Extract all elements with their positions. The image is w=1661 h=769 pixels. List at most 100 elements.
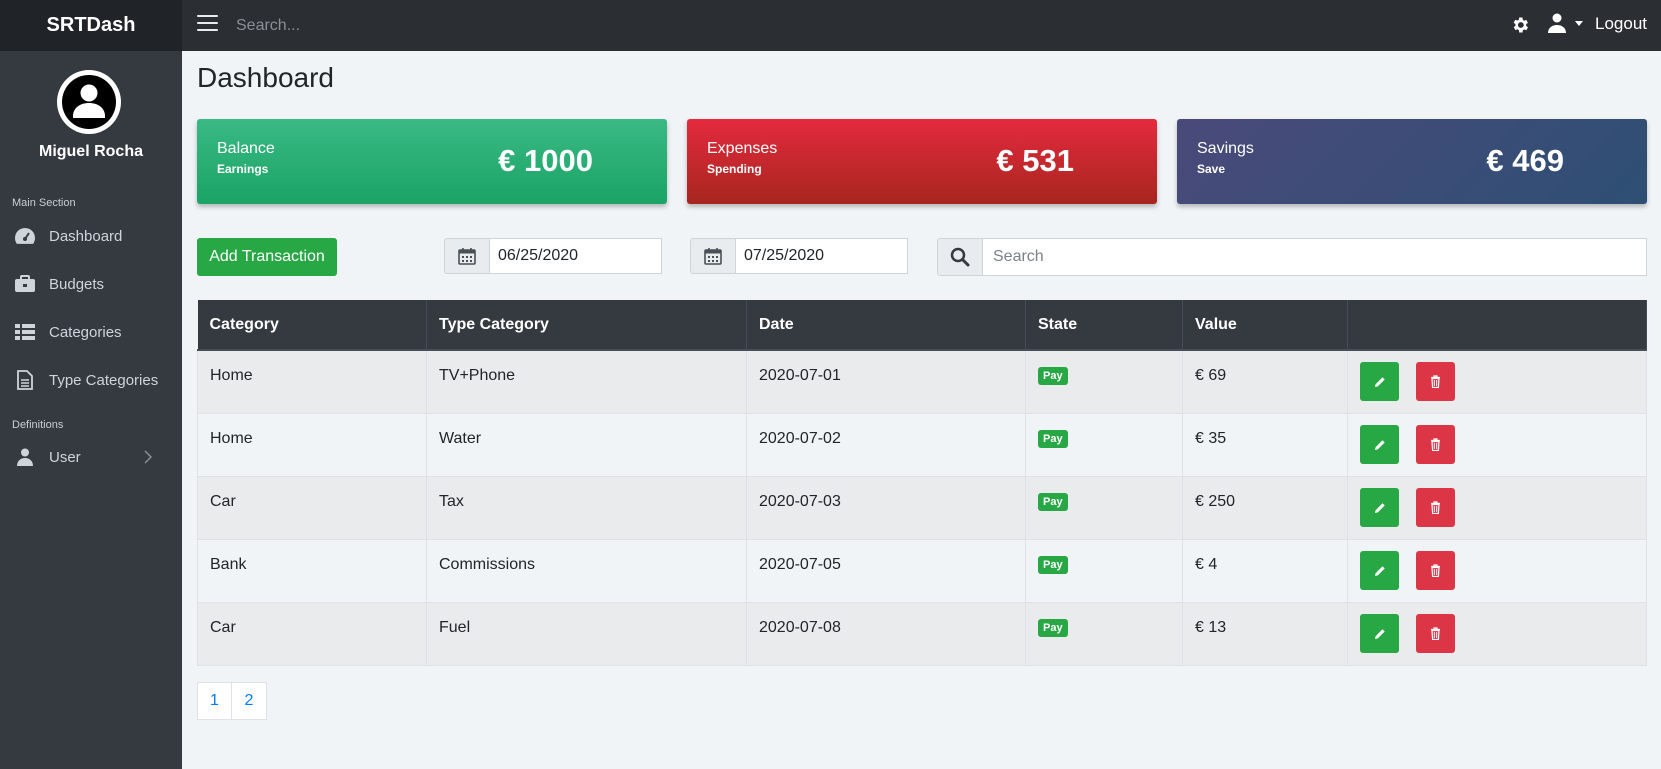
table-search-group [937, 238, 1647, 276]
delete-button[interactable] [1416, 425, 1456, 464]
page-link-1[interactable]: 1 [197, 682, 232, 720]
edit-button[interactable] [1360, 362, 1399, 402]
cell-category: Car [210, 618, 236, 636]
trash-icon [1431, 501, 1441, 514]
user-icon [1548, 13, 1566, 33]
cell-type: TV+Phone [439, 366, 516, 384]
user-dropdown[interactable] [1548, 13, 1586, 33]
column-header[interactable]: Value [1182, 300, 1348, 351]
trash-icon [1431, 438, 1441, 451]
card-amount: € 531 [996, 143, 1074, 178]
date-from-group: 06/25/2020 [444, 238, 662, 274]
edit-button[interactable] [1360, 551, 1399, 590]
edit-button[interactable] [1360, 614, 1399, 653]
sidebar-item-user[interactable]: User [0, 437, 182, 477]
status-badge: Pay [1038, 556, 1068, 574]
page-link-2[interactable]: 2 [232, 682, 267, 720]
status-badge: Pay [1038, 493, 1068, 511]
pencil-icon [1374, 377, 1385, 387]
briefcase-icon [13, 273, 37, 295]
card-sub: Save [1197, 162, 1226, 176]
file-icon [13, 369, 37, 391]
menu-toggle-icon[interactable] [197, 15, 218, 33]
cell-date: 2020-07-08 [759, 618, 841, 636]
column-header[interactable]: Type Category [426, 300, 747, 351]
sidebar-item-label: Budgets [49, 275, 105, 293]
card-sub: Spending [707, 162, 762, 176]
calendar-icon[interactable] [690, 238, 735, 274]
cell-date: 2020-07-01 [759, 366, 841, 384]
pencil-icon [1374, 628, 1385, 639]
cell-value: € 250 [1195, 492, 1236, 510]
table-header-row: Category Type Category Date State Value [197, 300, 1647, 351]
top-search-input[interactable] [236, 14, 736, 38]
sidebar-item-label: Categories [49, 323, 122, 341]
section-title-definitions: Definitions [12, 419, 64, 431]
sidebar-item-dashboard[interactable]: Dashboard [0, 216, 182, 256]
savings-card: Savings Save € 469 [1177, 119, 1647, 204]
cell-type: Tax [439, 492, 464, 510]
date-to-input[interactable]: 07/25/2020 [735, 238, 908, 274]
table-row: Bank Commissions 2020-07-05 Pay € 4 [197, 538, 1647, 603]
sidebar-item-categories[interactable]: Categories [0, 312, 182, 352]
sidebar-item-budgets[interactable]: Budgets [0, 264, 182, 304]
card-amount: € 1000 [498, 143, 593, 178]
status-badge: Pay [1038, 367, 1068, 386]
card-label: Expenses [707, 140, 778, 157]
table-row: Car Tax 2020-07-03 Pay € 250 [197, 475, 1647, 540]
delete-button[interactable] [1416, 551, 1456, 590]
avatar [57, 70, 121, 134]
column-header[interactable]: Category [197, 300, 427, 351]
delete-button[interactable] [1416, 362, 1456, 402]
cell-category: Home [210, 366, 253, 384]
sidebar-item-label: Type Categories [49, 371, 159, 389]
cell-type: Commissions [439, 555, 536, 573]
add-transaction-button[interactable]: Add Transaction [197, 238, 337, 276]
card-label: Balance [217, 140, 275, 157]
sidebar: Miguel Rocha Main Section Dashboard Budg… [0, 51, 182, 769]
cell-value: € 13 [1195, 618, 1227, 636]
cell-type: Water [439, 429, 482, 447]
card-sub: Earnings [217, 162, 269, 176]
cell-date: 2020-07-02 [759, 429, 841, 447]
table-row: Car Fuel 2020-07-08 Pay € 13 [197, 601, 1647, 666]
cell-type: Fuel [439, 618, 471, 636]
trash-icon [1431, 564, 1441, 577]
trash-icon [1431, 627, 1441, 640]
edit-button[interactable] [1360, 488, 1399, 527]
pagination: 1 2 [197, 682, 267, 720]
calendar-icon[interactable] [444, 238, 489, 274]
table-search-input[interactable] [982, 238, 1647, 276]
table-row: Home Water 2020-07-02 Pay € 35 [197, 412, 1647, 477]
status-badge: Pay [1038, 619, 1068, 637]
delete-button[interactable] [1416, 614, 1456, 653]
section-title-main: Main Section [12, 197, 76, 209]
page-title: Dashboard [197, 62, 334, 93]
date-to-group: 07/25/2020 [690, 238, 908, 274]
column-header-actions [1347, 300, 1647, 351]
column-header[interactable]: State [1025, 300, 1183, 351]
date-from-input[interactable]: 06/25/2020 [489, 238, 662, 274]
user-icon [13, 446, 37, 468]
cell-value: € 35 [1195, 429, 1227, 447]
cell-value: € 4 [1195, 555, 1218, 573]
top-navbar: SRTDash Logout [0, 0, 1661, 51]
list-icon [13, 321, 37, 343]
gear-icon[interactable] [1510, 15, 1530, 35]
delete-button[interactable] [1416, 488, 1456, 527]
sidebar-item-label: User [49, 448, 81, 466]
brand-logo[interactable]: SRTDash [0, 0, 182, 51]
transactions-table: Category Type Category Date State Value … [197, 300, 1647, 666]
column-header[interactable]: Date [746, 300, 1026, 351]
balance-card: Balance Earnings € 1000 [197, 119, 667, 204]
sidebar-item-type-categories[interactable]: Type Categories [0, 360, 182, 400]
table-row: Home TV+Phone 2020-07-01 Pay € 69 [197, 349, 1647, 414]
cell-value: € 69 [1195, 366, 1227, 384]
caret-down-icon [1575, 21, 1583, 26]
logout-link[interactable]: Logout [1595, 14, 1647, 34]
edit-button[interactable] [1360, 425, 1399, 464]
user-circle-icon [62, 75, 116, 129]
tachometer-icon [13, 225, 37, 247]
search-icon[interactable] [937, 238, 982, 276]
card-label: Savings [1197, 140, 1254, 157]
